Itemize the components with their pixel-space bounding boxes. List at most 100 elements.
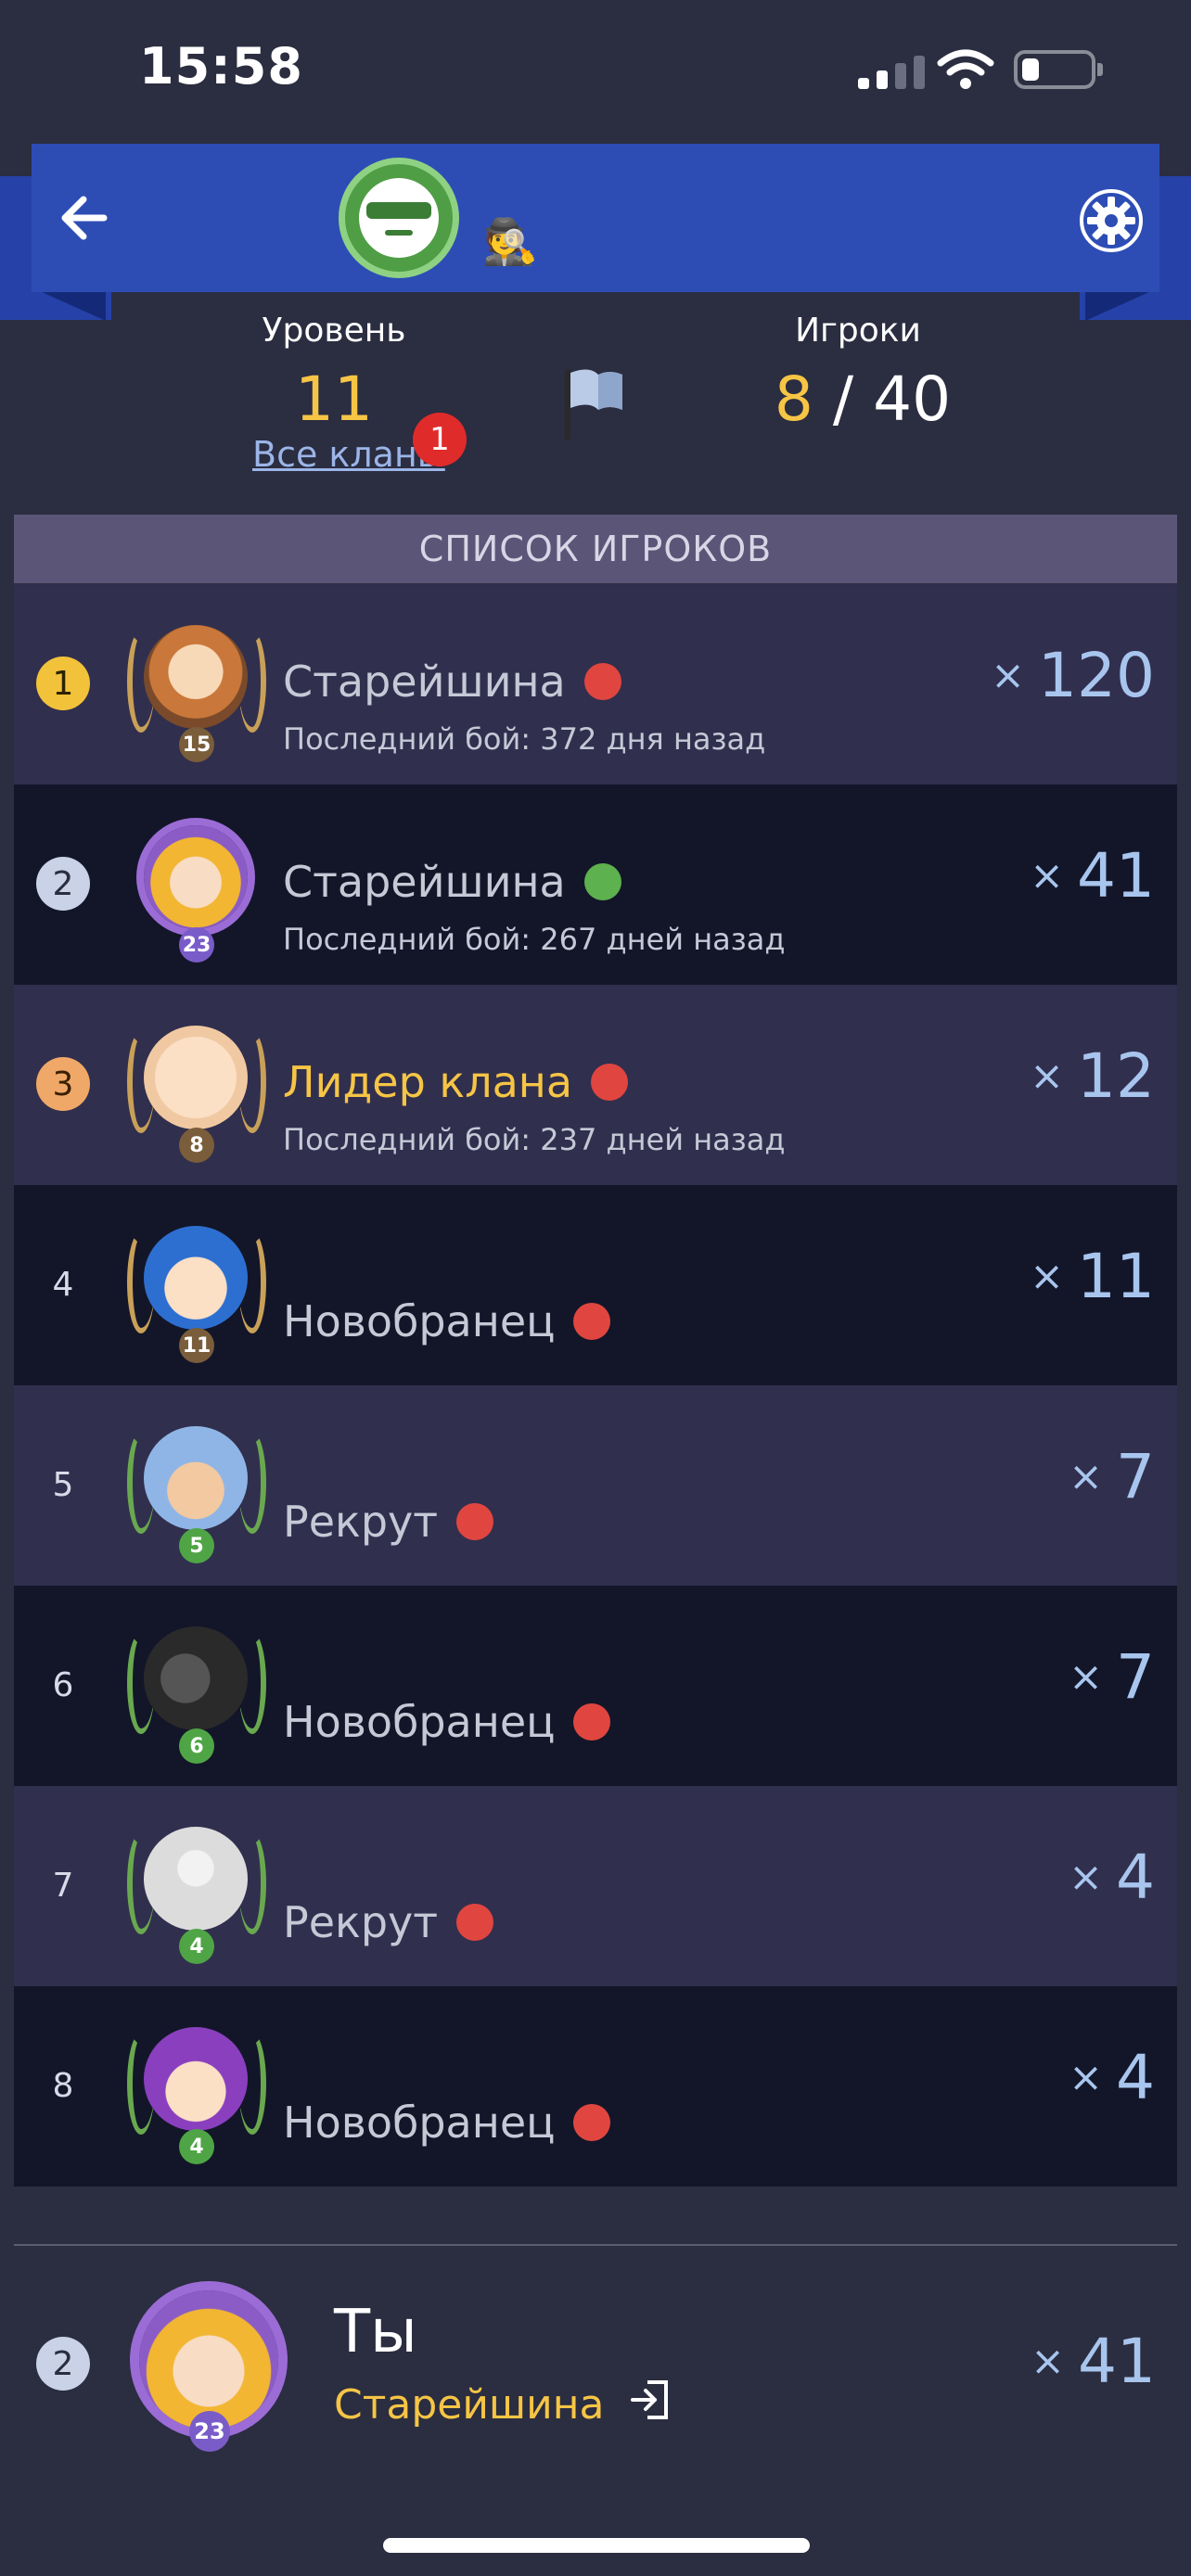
status-dot xyxy=(583,863,621,900)
self-score: × 41 xyxy=(1031,2326,1156,2397)
player-role: Старейшина xyxy=(283,657,621,707)
exit-icon xyxy=(630,2380,668,2419)
player-row[interactable]: 6 6 Новобранец × 7 xyxy=(14,1586,1177,1786)
avatar-level: 4 xyxy=(179,2129,214,2164)
player-score-value: 7 xyxy=(1116,1441,1155,1512)
status-dot xyxy=(591,1064,629,1101)
player-row[interactable]: 1 15 Старейшина Последний бой: 372 дня н… xyxy=(14,584,1177,784)
player-avatar: 4 xyxy=(118,2005,275,2168)
clan-emblem-face-icon xyxy=(359,178,439,258)
player-avatar: 4 xyxy=(118,1804,275,1968)
player-row[interactable]: 2 23 Старейшина Последний бой: 267 дней … xyxy=(14,784,1177,985)
player-row[interactable]: 4 11 Новобранец × 11 xyxy=(14,1185,1177,1385)
self-score-value: 41 xyxy=(1078,2326,1156,2397)
player-row[interactable]: 5 5 Рекрут × 7 xyxy=(14,1385,1177,1586)
player-row[interactable]: 7 4 Рекрут × 4 xyxy=(14,1786,1177,1986)
player-role: Новобранец xyxy=(283,2098,611,2148)
arrow-left-icon xyxy=(61,196,108,240)
player-row[interactable]: 3 8 Лидер клана Последний бой: 237 дней … xyxy=(14,985,1177,1185)
status-bar: 15:58 xyxy=(0,0,1191,139)
player-score: × 11 xyxy=(1030,1241,1155,1312)
last-battle: Последний бой: 267 дней назад xyxy=(283,922,786,957)
level-value: 11 xyxy=(295,363,373,435)
header-ribbon xyxy=(32,144,1159,292)
status-dot xyxy=(583,663,621,700)
player-avatar: 23 xyxy=(118,803,275,966)
players-current: 8 xyxy=(774,363,813,435)
player-role-label: Старейшина xyxy=(283,857,566,907)
player-avatar: 8 xyxy=(118,1003,275,1167)
home-indicator[interactable] xyxy=(383,2538,810,2553)
player-avatar: 6 xyxy=(118,1604,275,1767)
player-role-label: Старейшина xyxy=(283,657,566,707)
last-battle: Последний бой: 372 дня назад xyxy=(283,721,766,757)
player-score: × 12 xyxy=(1030,1040,1155,1112)
signal-icon xyxy=(858,52,925,89)
multiplier-icon: × xyxy=(1069,1854,1103,1901)
self-avatar[interactable]: 23 xyxy=(121,2263,297,2457)
player-avatar: 11 xyxy=(118,1204,275,1367)
player-score-value: 12 xyxy=(1077,1040,1155,1112)
rank-number: 7 xyxy=(52,1866,74,1905)
rank-badge: 3 xyxy=(36,1057,90,1111)
players-count: 8 / 40 xyxy=(761,363,965,435)
player-score: × 7 xyxy=(1069,1441,1155,1512)
avatar-level: 4 xyxy=(179,1929,214,1964)
self-role: Старейшина xyxy=(334,2378,672,2431)
status-dot xyxy=(456,1904,494,1941)
player-role-label: Новобранец xyxy=(283,1296,556,1346)
player-row[interactable]: 8 4 Новобранец × 4 xyxy=(14,1986,1177,2187)
multiplier-icon: × xyxy=(1069,1453,1103,1500)
status-time: 15:58 xyxy=(139,37,303,96)
player-score-value: 120 xyxy=(1038,640,1155,711)
status-dot xyxy=(573,1703,611,1741)
player-score: × 120 xyxy=(991,640,1155,711)
spy-icon: 🕵 xyxy=(482,216,538,268)
player-role-label: Новобранец xyxy=(283,1697,556,1747)
multiplier-icon: × xyxy=(1030,852,1065,899)
avatar-level: 15 xyxy=(179,727,214,762)
player-score: × 4 xyxy=(1069,1842,1155,1913)
clan-emblem[interactable] xyxy=(339,158,459,278)
self-avatar-level: 23 xyxy=(189,2411,230,2452)
player-role-label: Рекрут xyxy=(283,1897,439,1947)
rank-badge: 2 xyxy=(36,857,90,911)
avatar-level: 8 xyxy=(179,1128,214,1163)
avatar-level: 6 xyxy=(179,1728,214,1764)
player-score: × 4 xyxy=(1069,2042,1155,2113)
player-score: × 41 xyxy=(1030,840,1155,912)
self-role-label: Старейшина xyxy=(334,2381,605,2429)
player-role: Лидер клана xyxy=(283,1057,629,1107)
player-role-label: Новобранец xyxy=(283,2098,556,2148)
settings-button[interactable] xyxy=(1076,185,1146,256)
battery-icon xyxy=(1014,50,1103,89)
multiplier-icon: × xyxy=(1031,2338,1066,2385)
flag-icon xyxy=(565,369,622,440)
player-score-value: 4 xyxy=(1116,2042,1155,2113)
leave-clan-button[interactable] xyxy=(629,2378,672,2431)
avatar-level: 5 xyxy=(179,1528,214,1563)
player-role: Новобранец xyxy=(283,1697,611,1747)
player-list-header: СПИСОК ИГРОКОВ xyxy=(14,515,1177,583)
avatar-level: 23 xyxy=(179,927,214,963)
player-role: Новобранец xyxy=(283,1296,611,1346)
player-role-label: Лидер клана xyxy=(283,1057,573,1107)
avatar-level: 11 xyxy=(179,1328,214,1363)
player-avatar: 5 xyxy=(118,1404,275,1567)
self-name: Ты xyxy=(334,2298,417,2366)
player-role-label: Рекрут xyxy=(283,1497,439,1547)
rank-number: 6 xyxy=(52,1665,74,1704)
rank-number: 4 xyxy=(52,1265,74,1304)
players-max: / 40 xyxy=(832,363,952,435)
divider xyxy=(14,2244,1177,2246)
multiplier-icon: × xyxy=(1069,1653,1103,1701)
back-button[interactable] xyxy=(51,185,116,250)
status-dot xyxy=(456,1503,494,1540)
player-role: Рекрут xyxy=(283,1497,494,1547)
player-avatar: 15 xyxy=(118,603,275,766)
gear-icon xyxy=(1080,189,1143,252)
multiplier-icon: × xyxy=(991,652,1026,699)
player-role: Рекрут xyxy=(283,1897,494,1947)
player-list: 1 15 Старейшина Последний бой: 372 дня н… xyxy=(14,584,1177,2187)
player-score-value: 11 xyxy=(1077,1241,1155,1312)
